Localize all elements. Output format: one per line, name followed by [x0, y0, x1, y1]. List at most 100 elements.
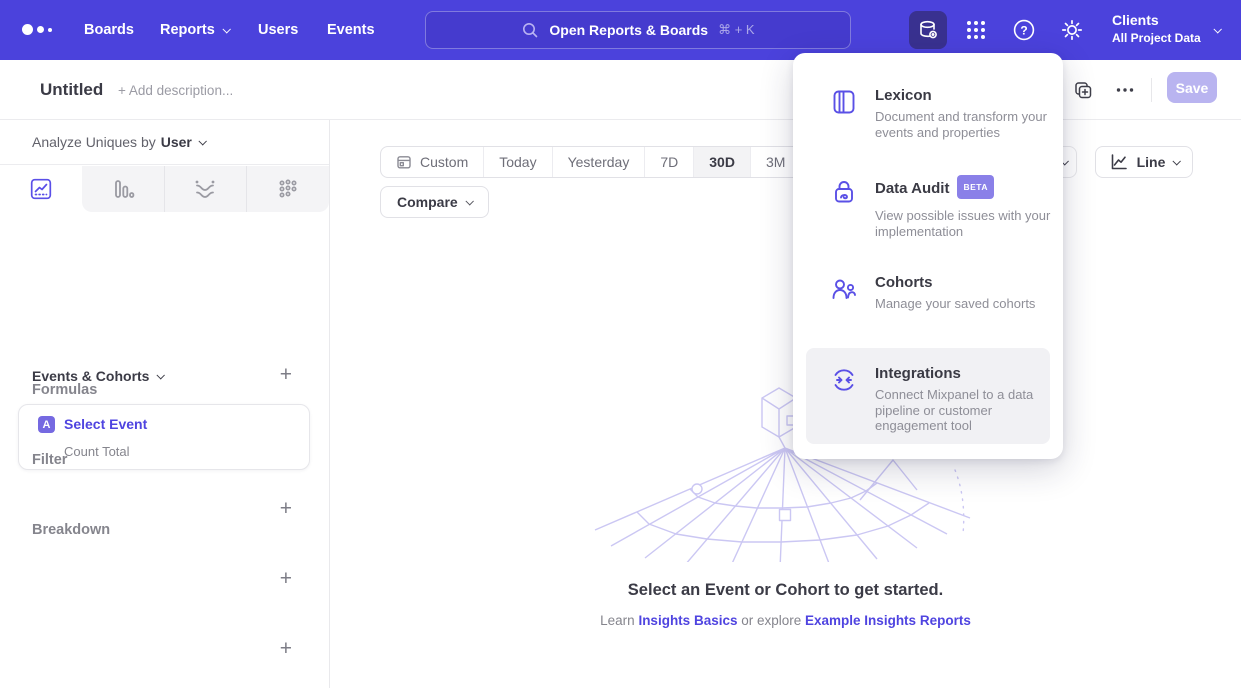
tab-flow-chart[interactable]	[164, 166, 247, 212]
range-custom[interactable]: Custom	[381, 147, 483, 177]
tab-line-chart[interactable]	[0, 166, 82, 212]
range-label: 30D	[709, 154, 735, 170]
menu-item-description: View possible issues with your implement…	[875, 208, 1077, 239]
range-label: 3M	[766, 154, 785, 170]
range-label: Yesterday	[568, 154, 630, 170]
select-event-button[interactable]: Select Event	[64, 416, 147, 432]
range-label: Custom	[420, 154, 468, 170]
add-event-button[interactable]: +	[280, 368, 292, 382]
add-description-field[interactable]: + Add description...	[118, 83, 233, 98]
event-letter-badge: A	[38, 416, 55, 433]
search-shortcut: ⌘ + K	[718, 22, 755, 38]
project-name: All Project Data	[1112, 30, 1201, 46]
apps-grid-button[interactable]	[957, 11, 995, 49]
example-insights-reports-link[interactable]: Example Insights Reports	[805, 613, 971, 628]
range-7d[interactable]: 7D	[644, 147, 693, 177]
mixpanel-logo-icon[interactable]	[22, 24, 52, 35]
chevron-down-icon	[465, 197, 473, 205]
divider	[1151, 78, 1152, 102]
analyze-value: User	[161, 134, 192, 150]
range-today[interactable]: Today	[483, 147, 551, 177]
section-formulas-label: Formulas	[32, 382, 97, 398]
global-search-input[interactable]: Open Reports & Boards ⌘ + K	[425, 11, 851, 49]
save-button[interactable]: Save	[1167, 72, 1217, 103]
chart-type-tabs	[0, 166, 329, 212]
more-options-button[interactable]	[1113, 78, 1137, 102]
chevron-down-icon	[198, 137, 206, 145]
menu-item-description: Document and transform your events and p…	[875, 109, 1061, 140]
menu-item-title: Cohorts	[875, 273, 933, 292]
date-range-segmented-control: Custom Today Yesterday 7D 30D 3M 6M	[380, 146, 852, 178]
range-yesterday[interactable]: Yesterday	[552, 147, 645, 177]
top-navigation-bar: Boards Reports Users Events Open Reports…	[0, 0, 1241, 60]
search-placeholder: Open Reports & Boards	[549, 22, 708, 38]
range-label: Today	[499, 154, 536, 170]
menu-item-data-audit[interactable]: Data Audit BETA View possible issues wit…	[806, 176, 1050, 239]
analyze-uniques-selector[interactable]: Analyze Uniques by User	[0, 120, 329, 165]
flow-icon	[193, 177, 217, 201]
svg-text:?: ?	[1020, 23, 1027, 37]
nav-item-users[interactable]: Users	[258, 0, 298, 60]
nav-item-events[interactable]: Events	[327, 0, 375, 60]
lexicon-icon	[830, 86, 858, 140]
learn-prefix: Learn	[600, 613, 638, 628]
dots-grid-icon	[276, 177, 300, 201]
ellipsis-icon	[1114, 79, 1136, 101]
search-icon	[521, 21, 539, 39]
beta-badge: BETA	[957, 175, 994, 199]
integrations-icon	[830, 364, 858, 428]
help-icon: ?	[1012, 18, 1036, 42]
nav-item-label: Reports	[160, 22, 215, 38]
compare-button[interactable]: Compare	[380, 186, 489, 218]
chart-type-label: Line	[1137, 154, 1166, 170]
menu-item-title: Integrations	[875, 364, 961, 383]
line-chart-icon	[29, 177, 53, 201]
report-title[interactable]: Untitled	[40, 80, 103, 100]
section-filter-label: Filter	[32, 452, 67, 468]
or-explore-text: or explore	[737, 613, 805, 628]
count-total-selector[interactable]: Count Total	[64, 444, 130, 459]
empty-state-heading: Select an Event or Cohort to get started…	[330, 581, 1241, 600]
insights-basics-link[interactable]: Insights Basics	[638, 613, 737, 628]
menu-item-title: Lexicon	[875, 86, 932, 105]
add-formula-button[interactable]: +	[280, 502, 292, 516]
section-breakdown-label: Breakdown	[32, 522, 110, 538]
data-management-button[interactable]	[909, 11, 947, 49]
nav-item-label: Users	[258, 22, 298, 38]
project-selector[interactable]: Clients All Project Data	[1112, 11, 1201, 46]
org-name: Clients	[1112, 11, 1201, 30]
menu-item-description: Connect Mixpanel to a data pipeline or c…	[875, 387, 1061, 434]
help-button[interactable]: ?	[1005, 11, 1043, 49]
chart-type-dropdown[interactable]: Line	[1095, 146, 1193, 178]
cohorts-icon	[830, 273, 858, 312]
analyze-label: Analyze Uniques by	[32, 134, 156, 150]
chevron-down-icon	[1173, 157, 1181, 165]
tab-bar-chart[interactable]	[82, 166, 164, 212]
nav-item-boards[interactable]: Boards	[84, 0, 134, 60]
nav-item-reports[interactable]: Reports	[160, 0, 229, 60]
nav-item-label: Boards	[84, 22, 134, 38]
add-breakdown-button[interactable]: +	[280, 642, 292, 656]
line-chart-icon	[1109, 152, 1129, 172]
gear-icon	[1060, 18, 1084, 42]
menu-item-integrations[interactable]: Integrations Connect Mixpanel to a data …	[806, 348, 1050, 444]
chevron-down-icon	[157, 371, 165, 379]
app-window: Boards Reports Users Events Open Reports…	[0, 0, 1241, 688]
menu-item-lexicon[interactable]: Lexicon Document and transform your even…	[806, 86, 1050, 140]
duplicate-icon	[1073, 80, 1094, 101]
range-label: 7D	[660, 154, 678, 170]
settings-button[interactable]	[1053, 11, 1091, 49]
data-management-dropdown-menu: Lexicon Document and transform your even…	[793, 53, 1063, 459]
grid-icon	[965, 19, 987, 41]
range-30d-selected[interactable]: 30D	[693, 147, 750, 177]
menu-item-cohorts[interactable]: Cohorts Manage your saved cohorts	[806, 273, 1050, 312]
menu-item-title: Data Audit	[875, 179, 949, 198]
calendar-icon	[396, 154, 412, 170]
query-builder-sidebar: Analyze Uniques by User	[0, 120, 330, 688]
add-filter-button[interactable]: +	[280, 572, 292, 586]
chevron-down-icon	[222, 25, 230, 33]
bar-chart-icon	[111, 177, 135, 201]
tab-metrics-grid[interactable]	[246, 166, 329, 212]
nav-item-label: Events	[327, 22, 375, 38]
duplicate-button[interactable]	[1071, 78, 1095, 102]
